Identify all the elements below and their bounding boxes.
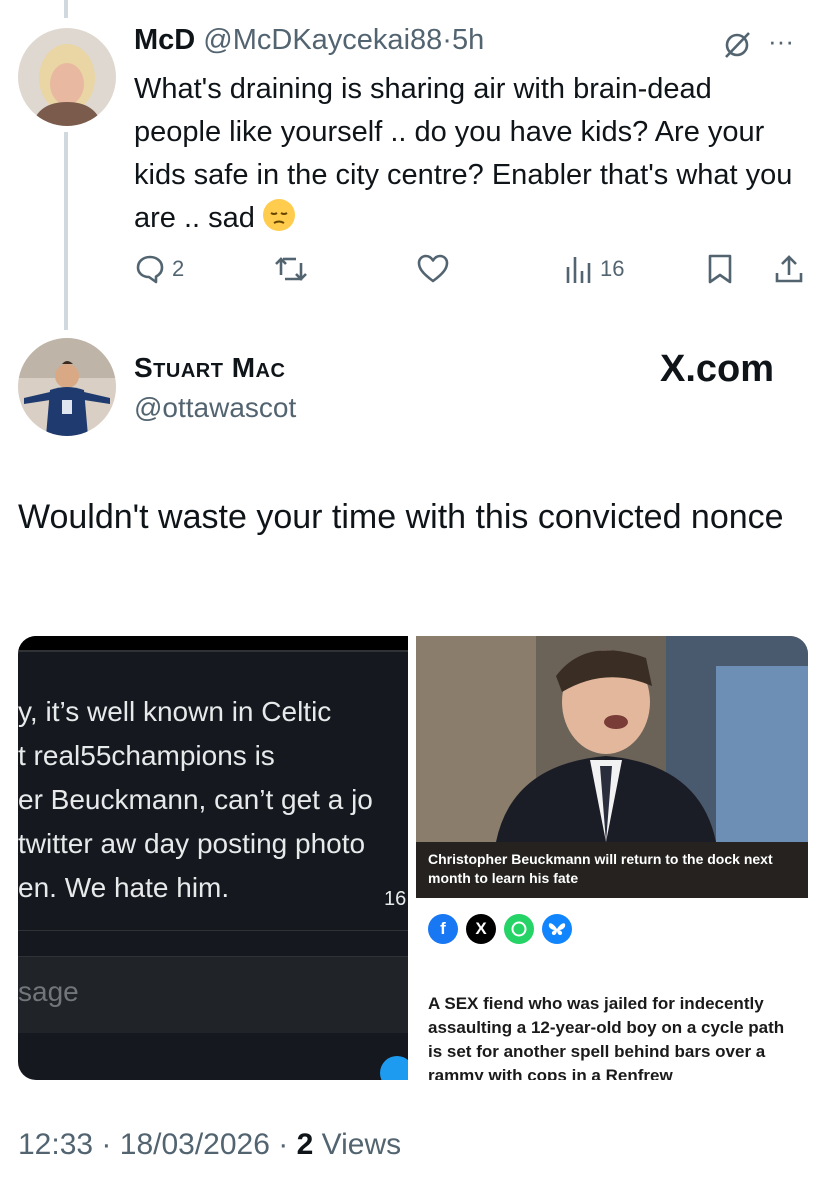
reply-text-body: What's draining is sharing air with brai… [134,73,793,234]
reply-action[interactable]: 2 [134,252,184,286]
share-icon [775,255,803,283]
dark-divider [18,930,408,931]
like-action[interactable] [416,252,450,286]
news-photo [416,636,808,842]
dark-text-line: t real55champions is [18,740,275,771]
dark-text-line: en. We hate him. [18,872,230,903]
more-icon[interactable]: ··· [768,26,794,57]
news-photo-caption: Christopher Beuckmann will return to the… [416,842,808,898]
dark-text-line: y, it’s well known in Celtic [18,696,332,727]
avatar-photo [18,338,116,436]
reply-icon [136,255,164,284]
dark-screenshot-image[interactable]: y, it’s well known in Celtic t real55cha… [18,636,408,1080]
sad-emoji [262,199,295,231]
reply-avatar[interactable] [18,28,116,126]
avatar-photo [18,28,116,126]
dark-send-button [380,1056,408,1080]
quoted-display-name[interactable]: Stuart Mac [134,352,285,384]
thread-line-top [64,0,68,18]
dark-top-bar [18,636,408,650]
view-count: 16 [600,256,625,281]
x-com-watermark: X.com [660,348,775,390]
thread-line [64,132,68,330]
tweet-meta: 12:33 · 18/03/2026 · 2 Views [18,1128,401,1162]
tweet-time[interactable]: 12:33 [18,1128,93,1161]
reply-text: What's draining is sharing air with brai… [134,68,794,240]
views-count: 2 [296,1128,314,1161]
facebook-icon[interactable]: f [428,914,458,944]
dark-text-line: twitter aw day posting photo [18,828,366,859]
reply-handle[interactable]: @McDKaycekai88 [203,24,442,56]
x-icon[interactable]: X [466,914,496,944]
repost-action[interactable] [274,252,310,286]
bookmark-action[interactable] [706,252,734,286]
meta-separator: · [278,1128,289,1161]
quoted-avatar[interactable] [18,338,116,436]
views-action[interactable]: 16 [564,252,624,286]
quoted-handle[interactable]: @ottawascot [134,392,296,424]
share-action[interactable] [774,252,804,286]
news-screenshot-image[interactable]: Christopher Beuckmann will return to the… [416,636,808,1080]
whatsapp-icon[interactable] [504,914,534,944]
grok-icon[interactable] [722,30,752,60]
reply-author-line: McD @McDKaycekai88·5h [134,24,484,57]
bookmark-icon [708,254,732,284]
heart-icon [417,254,449,283]
repost-icon [275,257,307,281]
dark-text-line: er Beuckmann, can’t get a jo [18,784,373,815]
dark-bar-divider [18,650,408,652]
reply-count: 2 [172,256,185,281]
reply-display-name[interactable]: McD [134,24,195,56]
quoted-text: Wouldn't waste your time with this convi… [18,498,784,536]
reply-separator: · [442,24,452,56]
views-label: Views [321,1128,402,1161]
views-icon [566,257,591,283]
news-article-text: A SEX fiend who was jailed for indecentl… [428,994,785,1080]
tweet-date[interactable]: 18/03/2026 [120,1128,270,1161]
bluesky-icon[interactable] [542,914,572,944]
reply-age[interactable]: 5h [452,24,484,56]
dark-small-number: 16 [384,888,407,910]
meta-separator: · [101,1128,112,1161]
dark-message-placeholder: sage [18,976,79,1007]
